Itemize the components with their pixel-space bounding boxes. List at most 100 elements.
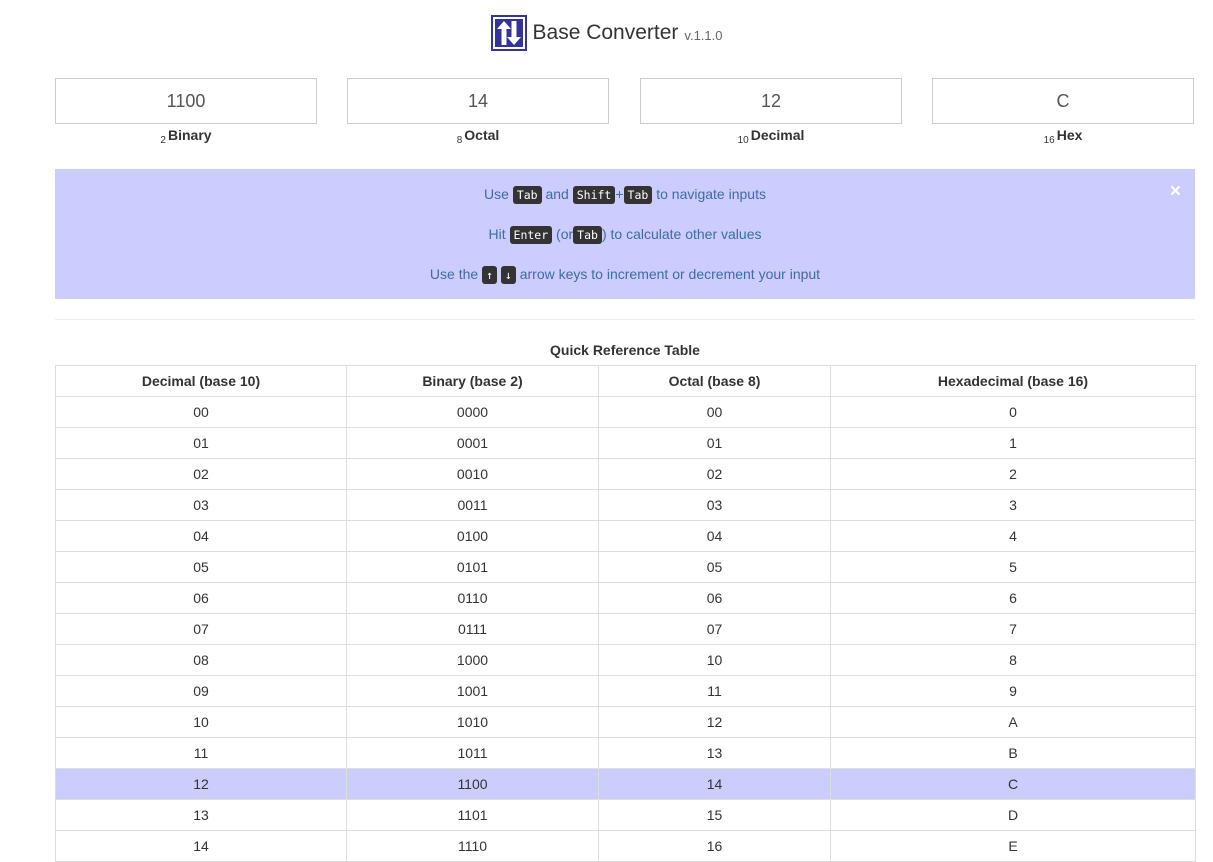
shift-key: Shift	[572, 186, 616, 204]
decimal-cell: 01	[55, 427, 347, 459]
decimal-label-text: Decimal	[750, 127, 805, 143]
decimal-base: 10	[737, 135, 749, 146]
tab-key: Tab	[573, 226, 602, 244]
hint-text: ) to calculate other values	[601, 226, 762, 242]
hex-cell: B	[830, 737, 1196, 769]
hex-cell: 3	[830, 489, 1196, 521]
octal-cell: 14	[598, 768, 831, 800]
decimal-cell: 11	[55, 737, 347, 769]
binary-cell: 1101	[346, 799, 599, 831]
binary-cell: 1010	[346, 706, 599, 738]
decimal-cell: 05	[55, 551, 347, 583]
table-row: 12 1100 14 C	[55, 768, 1196, 800]
octal-label-text: Octal	[464, 127, 500, 143]
tab-key: Tab	[512, 186, 542, 204]
table-caption: Quick Reference Table	[550, 342, 700, 358]
column-header-octal: Octal (base 8)	[598, 365, 831, 397]
column-header-hex: Hexadecimal (base 16)	[830, 365, 1196, 397]
column-header-binary: Binary (base 2)	[346, 365, 599, 397]
hex-cell: A	[830, 706, 1196, 738]
binary-cell: 1001	[346, 675, 599, 707]
binary-label: 2 Binary	[55, 127, 317, 146]
octal-input[interactable]	[347, 78, 609, 124]
binary-cell: 0010	[346, 458, 599, 490]
octal-cell: 15	[598, 799, 831, 831]
hint-text: (or	[556, 226, 574, 242]
hint-text: +	[615, 186, 624, 202]
close-icon[interactable]: ×	[1170, 182, 1181, 202]
hex-cell: 9	[830, 675, 1196, 707]
binary-cell: 1011	[346, 737, 599, 769]
table-row: 14 1110 16 E	[55, 830, 1196, 862]
octal-cell: 05	[598, 551, 831, 583]
binary-cell: 0011	[346, 489, 599, 521]
hint-text: Use	[484, 186, 509, 202]
hex-cell: C	[830, 768, 1196, 800]
divider	[55, 319, 1195, 320]
decimal-cell: 06	[55, 582, 347, 614]
hint-arrows: Use the ↑ ↓ arrow keys to increment or d…	[55, 266, 1195, 284]
table-header-row: Decimal (base 10) Binary (base 2) Octal …	[55, 365, 1196, 397]
hint-text: to navigate inputs	[656, 186, 766, 202]
converter-inputs: 2Binary 8Octal 10Decimal 16Hex	[55, 78, 1195, 148]
arrow-up-key: ↑	[482, 266, 497, 284]
table-row: 11 1011 13 B	[55, 737, 1196, 769]
hex-input[interactable]	[932, 78, 1194, 124]
hex-label: 16 Hex	[932, 127, 1194, 146]
hint-text: arrow keys to increment or decrement you…	[519, 266, 821, 282]
binary-cell: 0110	[346, 582, 599, 614]
table-row: 04 0100 04 4	[55, 520, 1196, 552]
decimal-label: 10 Decimal	[640, 127, 902, 146]
octal-base: 8	[456, 135, 463, 146]
hex-cell: 7	[830, 613, 1196, 645]
binary-label-text: Binary	[167, 127, 212, 143]
app-title: Base Converter	[532, 21, 679, 44]
octal-label: 8 Octal	[347, 127, 609, 146]
octal-cell: 03	[598, 489, 831, 521]
octal-cell: 01	[598, 427, 831, 459]
table-row: 09 1001 11 9	[55, 675, 1196, 707]
binary-cell: 1100	[346, 768, 599, 800]
hex-cell: 4	[830, 520, 1196, 552]
decimal-cell: 03	[55, 489, 347, 521]
octal-cell: 13	[598, 737, 831, 769]
table-row: 02 0010 02 2	[55, 458, 1196, 490]
column-header-decimal: Decimal (base 10)	[55, 365, 347, 397]
octal-cell: 04	[598, 520, 831, 552]
table-body: 00 0000 00 0 01 0001 01 1 02 0010 02 2 03 0011 03 3 04 01…	[55, 396, 1196, 862]
binary-input[interactable]	[55, 78, 317, 124]
decimal-input[interactable]	[640, 78, 902, 124]
table-row: 08 1000 10 8	[55, 644, 1196, 676]
octal-cell: 10	[598, 644, 831, 676]
table-row: 00 0000 00 0	[55, 396, 1196, 428]
hex-cell: 0	[830, 396, 1196, 428]
decimal-cell: 08	[55, 644, 347, 676]
binary-cell: 1000	[346, 644, 599, 676]
app-version: v.1.1.0	[684, 27, 723, 43]
hex-cell: E	[830, 830, 1196, 862]
binary-cell: 0101	[346, 551, 599, 583]
binary-cell: 0000	[346, 396, 599, 428]
binary-base: 2	[160, 135, 166, 146]
hex-cell: 6	[830, 582, 1196, 614]
hex-label-text: Hex	[1056, 127, 1083, 143]
decimal-cell: 14	[55, 830, 347, 862]
binary-cell: 0111	[346, 613, 599, 645]
binary-cell: 1110	[346, 830, 599, 862]
table-row: 13 1101 15 D	[55, 799, 1196, 831]
keyboard-hints-alert: Use Tab and Shift + Tab to navigate inputs…	[55, 169, 1195, 299]
hint-text: Hit	[488, 226, 506, 242]
decimal-cell: 12	[55, 768, 347, 800]
decimal-converter: 10Decimal	[640, 78, 902, 146]
hex-cell: D	[830, 799, 1196, 831]
hint-text: Use the	[429, 266, 479, 282]
hint-calculate: Hit Enter (or Tab) to calculate other val…	[55, 226, 1195, 244]
decimal-cell: 02	[55, 458, 347, 490]
binary-cell: 0001	[346, 427, 599, 459]
hex-cell: 5	[830, 551, 1196, 583]
hint-text: and	[545, 186, 569, 202]
table-row: 01 0001 01 1	[55, 427, 1196, 459]
arrow-down-key: ↓	[500, 266, 516, 284]
table-row: 10 1010 12 A	[55, 706, 1196, 738]
octal-cell: 12	[598, 706, 831, 738]
